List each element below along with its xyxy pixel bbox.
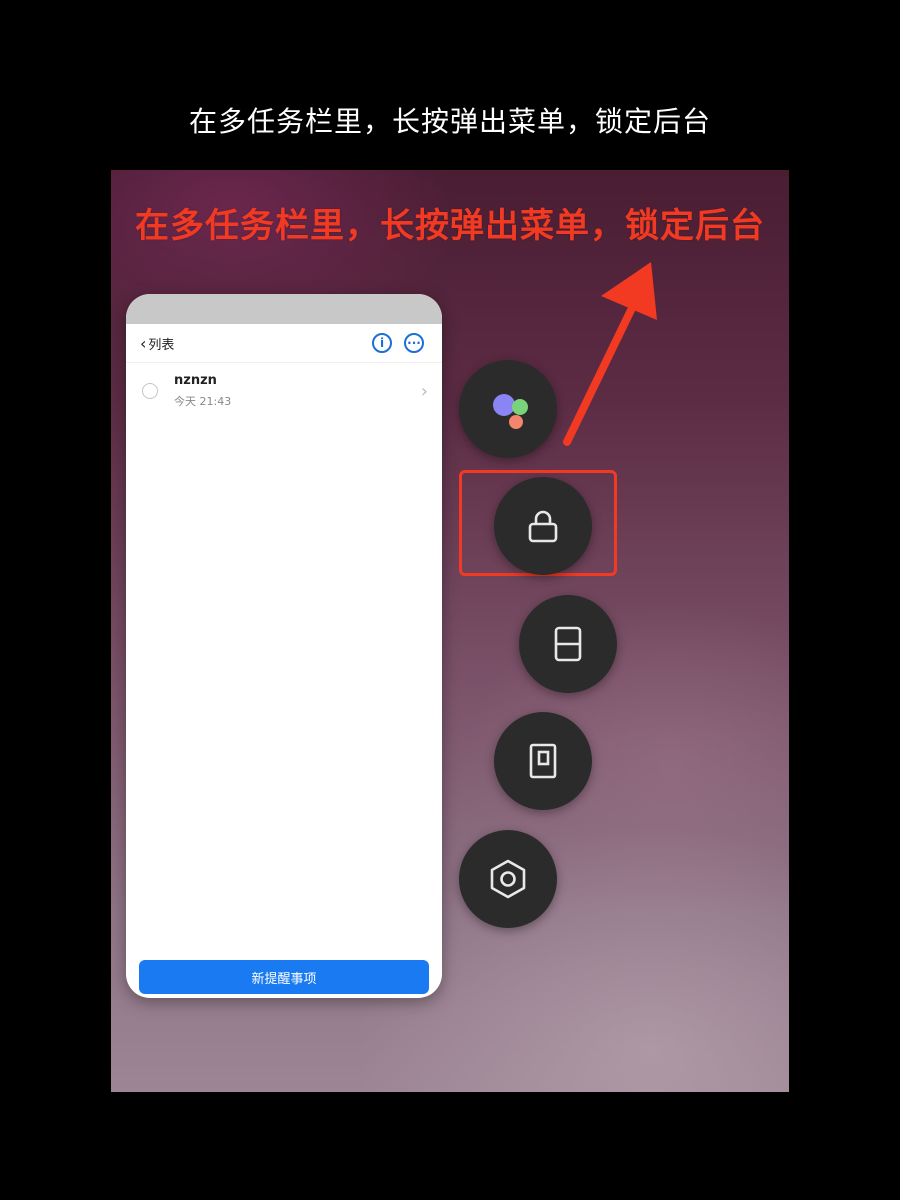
new-reminder-button[interactable]: 新提醒事项 [139, 960, 429, 994]
back-label: 列表 [148, 337, 175, 353]
list-item[interactable]: nznzn 今天 21:43 › [126, 363, 442, 417]
app-status-bar [126, 294, 442, 324]
small-window-icon [529, 743, 557, 779]
item-time: 今天 21:43 [174, 395, 232, 408]
chevron-right-icon: › [420, 380, 428, 402]
item-text: nznzn 今天 21:43 [174, 373, 421, 409]
header-icons: i ··· [372, 333, 424, 353]
page-caption: 在多任务栏里，长按弹出菜单，锁定后台 [188, 105, 711, 138]
assistant-button[interactable] [459, 360, 557, 458]
settings-icon [490, 859, 526, 899]
split-screen-icon [554, 626, 582, 662]
split-screen-button[interactable] [519, 595, 617, 693]
app-header: ‹ 列表 i ··· [126, 324, 442, 363]
settings-button[interactable] [459, 830, 557, 928]
info-icon[interactable]: i [372, 333, 392, 353]
reminders-app-card[interactable]: ‹ 列表 i ··· nznzn 今天 21:43 › 新提醒事项 [126, 294, 442, 998]
lock-button[interactable] [494, 477, 592, 575]
chevron-left-icon: ‹ [140, 333, 147, 353]
radio-circle-icon[interactable] [142, 383, 158, 399]
annotation-text: 在多任务栏里，长按弹出菜单，锁定后台 [135, 206, 765, 246]
assistant-dots-icon [493, 394, 528, 429]
lock-icon [528, 510, 558, 543]
back-button[interactable]: ‹ 列表 [140, 334, 174, 353]
small-window-button[interactable] [494, 712, 592, 810]
item-title: nznzn [174, 373, 217, 388]
more-icon[interactable]: ··· [404, 333, 424, 353]
multitask-screenshot: 在多任务栏里，长按弹出菜单，锁定后台 ‹ 列表 i ··· nznzn 今天 2… [111, 170, 789, 1092]
